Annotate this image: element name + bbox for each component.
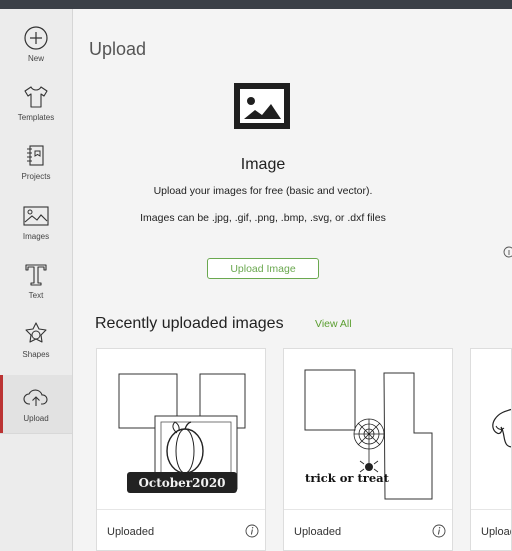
upload-description: Upload your images for free (basic and v… bbox=[153, 185, 373, 197]
upload-status: Uploaded bbox=[107, 526, 155, 538]
upload-image-button[interactable]: Upload Image bbox=[207, 258, 319, 279]
main-content: Upload Image Upload your images for free… bbox=[73, 9, 512, 551]
cloud-upload-icon bbox=[23, 389, 48, 406]
sidebar-divider bbox=[0, 433, 72, 434]
thumbnail-text: trick or treat bbox=[305, 471, 390, 485]
plus-circle-icon bbox=[24, 26, 48, 50]
tshirt-icon bbox=[24, 86, 48, 108]
sidebar-item-templates[interactable]: Templates bbox=[0, 84, 72, 142]
sidebar-item-label: Templates bbox=[17, 113, 55, 122]
card-footer: Uploaded bbox=[97, 509, 265, 550]
page-title: Upload bbox=[89, 39, 147, 59]
info-icon[interactable] bbox=[245, 524, 259, 538]
info-icon[interactable] bbox=[503, 246, 512, 258]
sidebar-item-label: Projects bbox=[21, 172, 51, 181]
upload-type-title: Image bbox=[240, 156, 286, 173]
image-icon bbox=[23, 206, 49, 226]
uploaded-image-card[interactable]: trick or treat Uploaded bbox=[283, 348, 453, 551]
upload-status: Uploaded bbox=[294, 526, 342, 538]
recent-uploads-heading: Recently uploaded images bbox=[95, 315, 284, 332]
sidebar-item-label: Upload bbox=[23, 414, 49, 423]
sidebar-item-label: New bbox=[27, 54, 44, 63]
notebook-icon bbox=[27, 145, 44, 166]
upload-file-types: Images can be .jpg, .gif, .png, .bmp, .s… bbox=[140, 212, 386, 224]
uploaded-image-thumbnail: October2020 bbox=[118, 373, 246, 493]
sidebar-item-text[interactable]: Text bbox=[0, 262, 72, 320]
sidebar: New Templates Projects Images Text Shape… bbox=[0, 9, 73, 551]
sidebar-item-upload[interactable]: Upload bbox=[0, 375, 72, 433]
sidebar-item-new[interactable]: New bbox=[0, 25, 72, 83]
shapes-icon bbox=[25, 322, 47, 343]
sidebar-item-label: Images bbox=[22, 232, 50, 241]
uploaded-image-thumbnail bbox=[492, 408, 511, 448]
view-all-link[interactable]: View All bbox=[315, 318, 352, 330]
sidebar-item-images[interactable]: Images bbox=[0, 203, 72, 261]
info-icon[interactable] bbox=[432, 524, 446, 538]
text-t-icon bbox=[25, 264, 47, 286]
sidebar-item-shapes[interactable]: Shapes bbox=[0, 321, 72, 379]
upload-status: Uploaded bbox=[481, 526, 511, 538]
thumbnail-text: October2020 bbox=[138, 476, 225, 490]
sidebar-item-label: Shapes bbox=[22, 350, 50, 359]
sidebar-item-label: Text bbox=[28, 291, 44, 300]
card-footer: Uploaded bbox=[284, 509, 452, 550]
card-footer: Uploaded bbox=[471, 509, 511, 550]
uploaded-image-card[interactable]: Uploaded bbox=[470, 348, 512, 551]
image-upload-icon bbox=[234, 83, 290, 129]
uploaded-image-card[interactable]: October2020 Uploaded bbox=[96, 348, 266, 551]
uploaded-image-thumbnail: trick or treat bbox=[304, 369, 433, 500]
top-bar bbox=[0, 0, 512, 9]
sidebar-item-projects[interactable]: Projects bbox=[0, 143, 72, 201]
